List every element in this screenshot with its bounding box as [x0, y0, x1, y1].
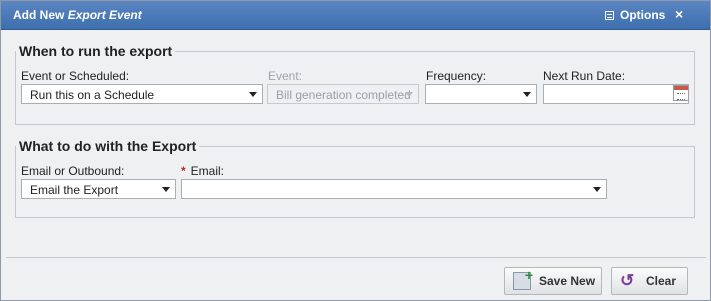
dialog-title: Add New Export Event — [13, 8, 142, 22]
export-event-dialog: Add New Export Event Options × When to r… — [0, 0, 711, 301]
options-label: Options — [620, 8, 666, 22]
chevron-down-icon — [249, 92, 257, 97]
email-label-text: Email: — [190, 164, 225, 178]
calendar-icon[interactable] — [673, 85, 689, 101]
when-to-run-legend: When to run the export — [19, 43, 173, 59]
options-list-icon — [605, 10, 614, 20]
event-select: Bill generation completed — [267, 84, 419, 104]
event-or-scheduled-label: Event or Scheduled: — [21, 69, 130, 83]
footer-divider — [6, 257, 706, 258]
dialog-title-prefix: Add New — [13, 8, 65, 22]
clear-button[interactable]: Clear — [611, 267, 688, 295]
event-or-scheduled-select[interactable]: Run this on a Schedule — [21, 84, 263, 104]
close-icon[interactable]: × — [675, 6, 683, 22]
required-icon: * — [181, 164, 186, 178]
clear-label: Clear — [646, 274, 677, 288]
email-select[interactable] — [181, 179, 607, 199]
chevron-down-icon — [593, 187, 601, 192]
options-menu[interactable]: Options — [605, 8, 665, 22]
chevron-down-icon — [405, 92, 413, 97]
dialog-titlebar: Add New Export Event Options × — [1, 1, 710, 30]
save-new-button[interactable]: Save New — [504, 267, 602, 295]
event-value: Bill generation completed — [276, 88, 411, 102]
clear-icon — [620, 271, 638, 291]
email-or-outbound-select[interactable]: Email the Export — [21, 179, 176, 199]
event-label: Event: — [268, 69, 303, 83]
event-or-scheduled-value: Run this on a Schedule — [30, 88, 155, 102]
what-to-do-section: What to do with the Export — [15, 138, 695, 218]
save-new-icon — [513, 267, 533, 290]
save-new-label: Save New — [539, 274, 596, 288]
email-label: * Email: — [181, 164, 224, 178]
email-or-outbound-value: Email the Export — [30, 183, 119, 197]
next-run-date-label: Next Run Date: — [543, 69, 626, 83]
email-or-outbound-label: Email or Outbound: — [21, 164, 125, 178]
next-run-date-input[interactable] — [543, 84, 689, 104]
dialog-title-emphasis: Export Event — [67, 8, 142, 22]
what-to-do-legend: What to do with the Export — [19, 138, 197, 154]
chevron-down-icon — [162, 187, 170, 192]
frequency-label: Frequency: — [426, 69, 487, 83]
chevron-down-icon — [523, 92, 531, 97]
frequency-select[interactable] — [425, 84, 537, 104]
